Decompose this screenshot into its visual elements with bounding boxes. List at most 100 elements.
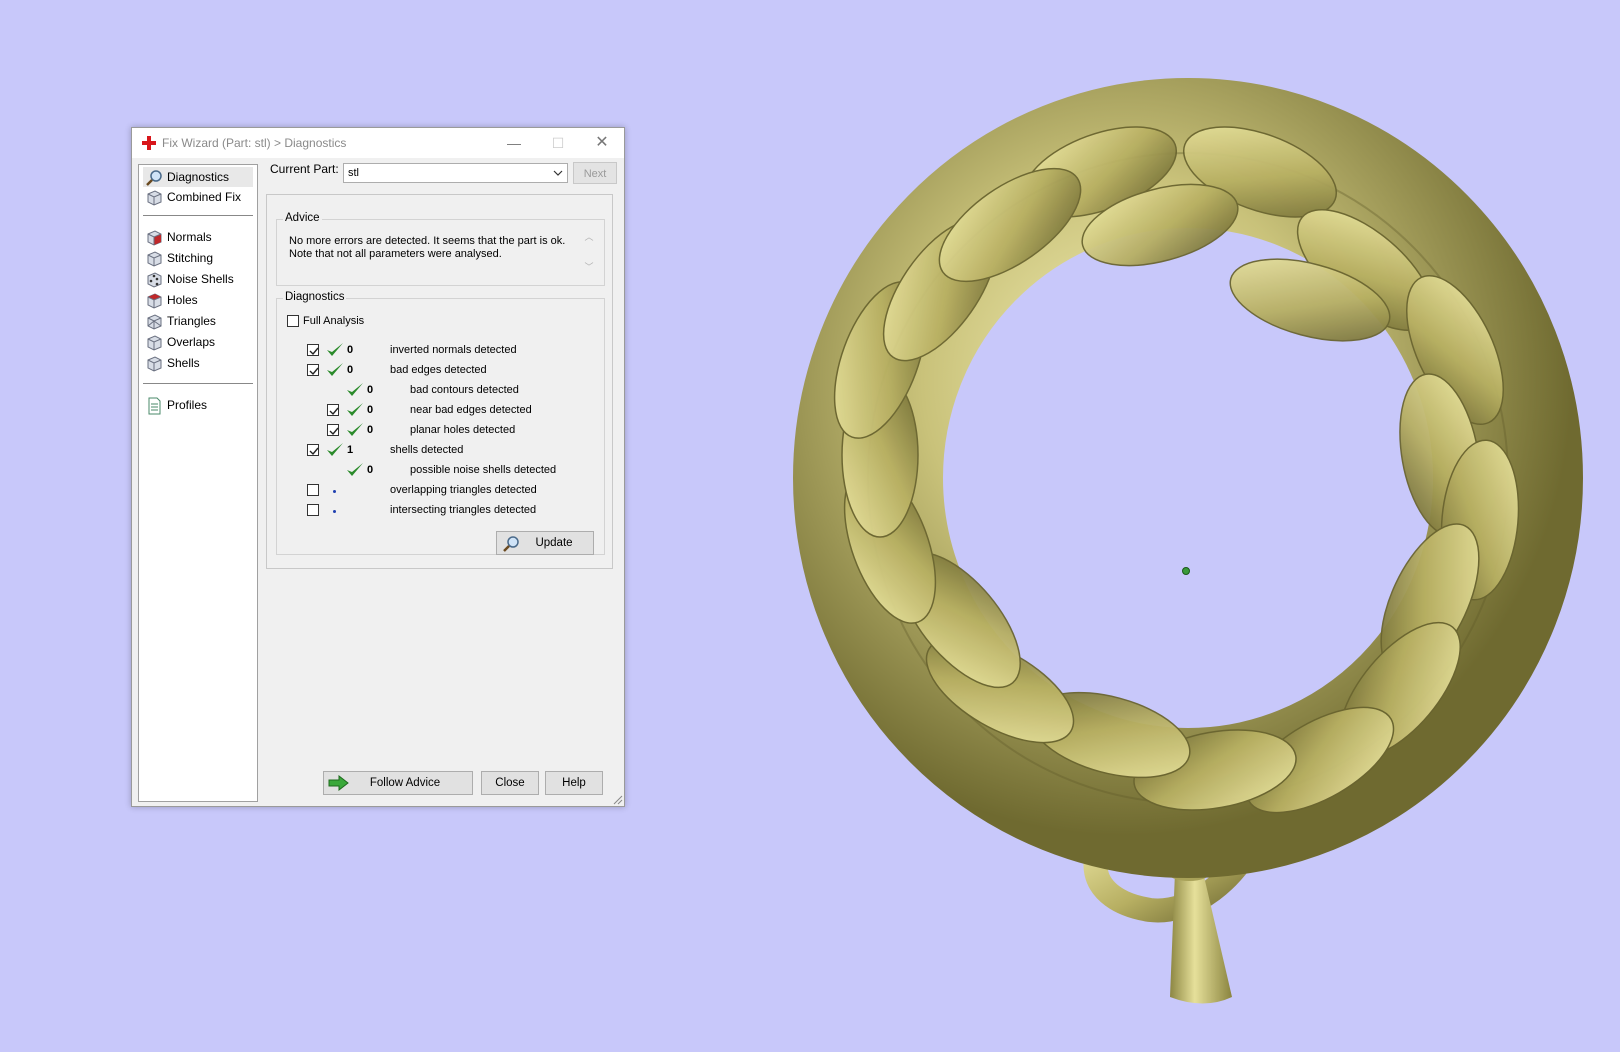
checkmark-icon [309,447,319,456]
fix-wizard-dialog: Fix Wizard (Part: stl) > Diagnostics — ☐… [131,127,625,807]
minimize-button[interactable]: — [492,128,536,158]
planar-holes-count: 0 [367,424,374,436]
scroll-down-icon[interactable]: ﹀ [584,260,594,272]
resize-grip-icon[interactable] [613,795,623,805]
cube-dots-icon [147,272,162,288]
nav-item-shells[interactable]: Shells [143,353,253,373]
close-window-button[interactable]: ✕ [580,128,624,158]
near-bad-edges-checkbox[interactable] [327,404,339,416]
window-title: Fix Wizard (Part: stl) > Diagnostics [162,136,347,150]
scroll-up-icon[interactable]: ︿ [584,230,594,242]
green-check-icon [347,423,363,436]
follow-advice-button[interactable]: Follow Advice [323,771,473,795]
shells-checkbox[interactable] [307,444,319,456]
magnifier-icon [146,170,162,186]
checkmark-icon [329,407,339,416]
maximize-button[interactable]: ☐ [536,128,580,158]
nav-divider [143,215,253,216]
green-arrow-icon [328,775,349,791]
nav-item-profiles[interactable]: Profiles [143,395,253,415]
cube-icon [147,251,162,267]
update-label: Update [535,537,573,549]
bad-edges-label: bad edges detected [390,364,487,376]
pending-dot-icon [333,490,336,493]
cube-icon [147,190,162,206]
advice-group-title: Advice [283,212,322,224]
close-button[interactable]: Close [481,771,539,795]
pivot-marker [1182,567,1190,575]
full-analysis-checkbox[interactable] [287,315,299,327]
near-bad-edges-label: near bad edges detected [410,404,532,416]
wizard-nav: Diagnostics Combined Fix Normals Stitchi… [138,164,258,802]
nav-item-label: Triangles [167,314,216,328]
nav-item-label: Holes [167,293,198,307]
full-analysis-label: Full Analysis [303,315,365,327]
inverted-normals-checkbox[interactable] [307,344,319,356]
pending-dot-icon [333,510,336,513]
inverted-normals-label: inverted normals detected [390,344,517,356]
nav-item-label: Combined Fix [167,190,242,204]
checkmark-icon [329,427,339,436]
diagnostics-panel: Advice No more errors are detected. It s… [266,194,613,569]
chevron-down-icon [553,170,563,176]
nav-item-label: Diagnostics [167,170,230,184]
current-part-value: stl [348,167,359,179]
diagnostics-group-title: Diagnostics [283,291,347,303]
near-bad-edges-count: 0 [367,404,374,416]
help-button[interactable]: Help [545,771,603,795]
shells-label: shells detected [390,444,464,456]
current-part-select[interactable]: stl [343,163,568,183]
intersecting-triangles-label: intersecting triangles detected [390,504,537,516]
advice-group: Advice No more errors are detected. It s… [276,212,605,286]
checkmark-icon [309,347,319,356]
nav-item-label: Overlaps [167,335,216,349]
green-check-icon [347,463,363,476]
chain-model [793,78,1583,1004]
checkmark-icon [309,367,319,376]
help-label: Help [562,777,586,789]
intersecting-triangles-checkbox[interactable] [307,504,319,516]
noise-shells-count: 0 [367,464,374,476]
green-check-icon [327,343,343,356]
bad-contours-count: 0 [367,384,374,396]
nav-item-label: Stitching [167,251,214,265]
nav-divider [143,383,253,384]
nav-item-normals[interactable]: Normals [143,227,253,247]
cube-red-face-icon [147,293,162,309]
cube-icon [147,335,162,351]
nav-item-stitching[interactable]: Stitching [143,248,253,268]
nav-item-label: Normals [167,230,212,244]
diagnostics-group: Diagnostics Full Analysis 0 inverted nor… [276,291,605,555]
noise-shells-label: possible noise shells detected [410,464,557,476]
nav-item-label: Profiles [167,398,208,412]
planar-holes-checkbox[interactable] [327,424,339,436]
next-button[interactable]: Next [573,162,617,184]
nav-item-holes[interactable]: Holes [143,290,253,310]
nav-item-diagnostics[interactable]: Diagnostics [143,167,253,187]
overlapping-triangles-checkbox[interactable] [307,484,319,496]
nav-item-triangles[interactable]: Triangles [143,311,253,331]
update-button[interactable]: Update [496,531,594,555]
follow-advice-label: Follow Advice [369,777,441,789]
nav-item-combined-fix[interactable]: Combined Fix [143,187,253,207]
red-cross-icon [142,136,156,150]
overlapping-triangles-label: overlapping triangles detected [390,484,537,496]
advice-text: No more errors are detected. It seems th… [289,235,566,260]
document-icon [148,397,161,415]
planar-holes-label: planar holes detected [410,424,516,436]
green-check-icon [347,403,363,416]
nav-item-noise-shells[interactable]: Noise Shells [143,269,253,289]
bad-edges-checkbox[interactable] [307,364,319,376]
cube-red-face-icon [147,230,162,246]
green-check-icon [347,383,363,396]
cube-icon [147,356,162,372]
shells-count: 1 [347,444,354,456]
green-check-icon [327,363,343,376]
magnifier-icon [503,536,519,552]
nav-item-overlaps[interactable]: Overlaps [143,332,253,352]
current-part-label: Current Part: [270,162,339,176]
green-check-icon [327,443,343,456]
inverted-normals-count: 0 [347,344,354,356]
title-bar[interactable]: Fix Wizard (Part: stl) > Diagnostics — ☐… [132,128,624,158]
cube-icon [147,314,162,330]
